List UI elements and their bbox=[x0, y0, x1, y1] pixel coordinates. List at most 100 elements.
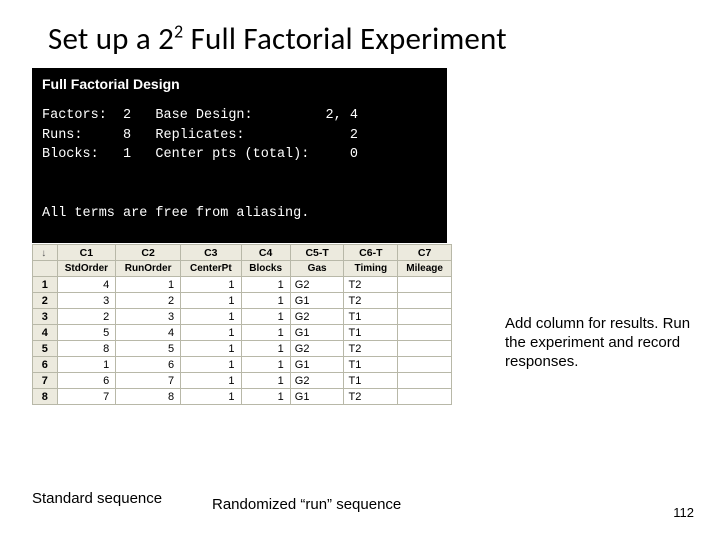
cell-stdorder: 5 bbox=[57, 325, 116, 341]
row-index: 6 bbox=[33, 357, 58, 373]
cell-mileage bbox=[398, 357, 452, 373]
cell-stdorder: 2 bbox=[57, 309, 116, 325]
row-index: 5 bbox=[33, 341, 58, 357]
row-index: 4 bbox=[33, 325, 58, 341]
caption-randomized-sequence: Randomized “run” sequence bbox=[212, 496, 401, 513]
cell-gas: G1 bbox=[290, 293, 344, 309]
cell-blocks: 1 bbox=[241, 309, 290, 325]
table-body: 1 4 1 1 1 G2 T2 2 3 2 1 1 G1 T2 bbox=[33, 277, 452, 405]
cell-mileage bbox=[398, 373, 452, 389]
cell-centerpt: 1 bbox=[181, 309, 241, 325]
col-header: C5-T bbox=[290, 245, 344, 261]
cell-timing: T2 bbox=[344, 389, 398, 405]
col-label: Mileage bbox=[398, 261, 452, 277]
cell-mileage bbox=[398, 341, 452, 357]
cell-timing: T1 bbox=[344, 325, 398, 341]
col-header: C1 bbox=[57, 245, 116, 261]
cell-stdorder: 8 bbox=[57, 341, 116, 357]
col-label: Blocks bbox=[241, 261, 290, 277]
cell-timing: T2 bbox=[344, 277, 398, 293]
cell-runorder: 5 bbox=[116, 341, 181, 357]
cell-runorder: 8 bbox=[116, 389, 181, 405]
cell-blocks: 1 bbox=[241, 341, 290, 357]
cell-centerpt: 1 bbox=[181, 357, 241, 373]
page-number: 112 bbox=[673, 505, 694, 520]
table-header-row-1: ↓ C1 C2 C3 C4 C5-T C6-T C7 bbox=[33, 245, 452, 261]
cell-blocks: 1 bbox=[241, 389, 290, 405]
cell-blocks: 1 bbox=[241, 277, 290, 293]
title-post: Full Factorial Experiment bbox=[183, 20, 506, 58]
caption-standard-sequence: Standard sequence bbox=[32, 490, 162, 507]
cell-gas: G1 bbox=[290, 389, 344, 405]
col-label: RunOrder bbox=[116, 261, 181, 277]
cell-centerpt: 1 bbox=[181, 373, 241, 389]
cell-stdorder: 6 bbox=[57, 373, 116, 389]
cell-centerpt: 1 bbox=[181, 293, 241, 309]
corner-cell: ↓ bbox=[33, 245, 58, 261]
cell-timing: T2 bbox=[344, 341, 398, 357]
dropdown-icon: ↓ bbox=[41, 248, 46, 259]
cell-stdorder: 1 bbox=[57, 357, 116, 373]
table-row: 4 5 4 1 1 G1 T1 bbox=[33, 325, 452, 341]
cell-timing: T1 bbox=[344, 309, 398, 325]
cell-gas: G2 bbox=[290, 341, 344, 357]
terminal-header: Full Factorial Design bbox=[42, 76, 437, 92]
table-row: 8 7 8 1 1 G1 T2 bbox=[33, 389, 452, 405]
cell-blocks: 1 bbox=[241, 373, 290, 389]
cell-centerpt: 1 bbox=[181, 325, 241, 341]
terminal-output: Full Factorial Design Factors: 2 Base De… bbox=[32, 68, 447, 243]
row-index: 2 bbox=[33, 293, 58, 309]
data-table: ↓ C1 C2 C3 C4 C5-T C6-T C7 StdOrder RunO… bbox=[32, 244, 452, 405]
col-header: C6-T bbox=[344, 245, 398, 261]
cell-centerpt: 1 bbox=[181, 389, 241, 405]
cell-mileage bbox=[398, 277, 452, 293]
cell-stdorder: 7 bbox=[57, 389, 116, 405]
table-row: 2 3 2 1 1 G1 T2 bbox=[33, 293, 452, 309]
page-title: Set up a 22 Full Factorial Experiment bbox=[48, 20, 720, 58]
title-exponent: 2 bbox=[174, 21, 183, 43]
slide: Set up a 22 Full Factorial Experiment Fu… bbox=[0, 0, 720, 540]
cell-blocks: 1 bbox=[241, 357, 290, 373]
cell-runorder: 3 bbox=[116, 309, 181, 325]
table-row: 7 6 7 1 1 G2 T1 bbox=[33, 373, 452, 389]
table-header-row-2: StdOrder RunOrder CenterPt Blocks Gas Ti… bbox=[33, 261, 452, 277]
table-row: 6 1 6 1 1 G1 T1 bbox=[33, 357, 452, 373]
cell-stdorder: 4 bbox=[57, 277, 116, 293]
cell-mileage bbox=[398, 389, 452, 405]
row-index: 1 bbox=[33, 277, 58, 293]
col-header: C4 bbox=[241, 245, 290, 261]
cell-gas: G1 bbox=[290, 325, 344, 341]
row-index: 3 bbox=[33, 309, 58, 325]
row-index: 8 bbox=[33, 389, 58, 405]
cell-mileage bbox=[398, 293, 452, 309]
col-header: C3 bbox=[181, 245, 241, 261]
cell-timing: T1 bbox=[344, 373, 398, 389]
cell-runorder: 4 bbox=[116, 325, 181, 341]
data-table-container: ↓ C1 C2 C3 C4 C5-T C6-T C7 StdOrder RunO… bbox=[32, 244, 452, 405]
cell-blocks: 1 bbox=[241, 293, 290, 309]
cell-mileage bbox=[398, 325, 452, 341]
cell-gas: G2 bbox=[290, 373, 344, 389]
cell-mileage bbox=[398, 309, 452, 325]
col-label: Timing bbox=[344, 261, 398, 277]
table-row: 1 4 1 1 1 G2 T2 bbox=[33, 277, 452, 293]
table-row: 5 8 5 1 1 G2 T2 bbox=[33, 341, 452, 357]
col-header: C7 bbox=[398, 245, 452, 261]
cell-gas: G1 bbox=[290, 357, 344, 373]
col-label: Gas bbox=[290, 261, 344, 277]
col-label: CenterPt bbox=[181, 261, 241, 277]
cell-gas: G2 bbox=[290, 309, 344, 325]
cell-runorder: 7 bbox=[116, 373, 181, 389]
cell-centerpt: 1 bbox=[181, 341, 241, 357]
terminal-body: Factors: 2 Base Design: 2, 4 Runs: 8 Rep… bbox=[42, 106, 437, 223]
cell-runorder: 1 bbox=[116, 277, 181, 293]
row-index: 7 bbox=[33, 373, 58, 389]
cell-runorder: 6 bbox=[116, 357, 181, 373]
cell-gas: G2 bbox=[290, 277, 344, 293]
table-row: 3 2 3 1 1 G2 T1 bbox=[33, 309, 452, 325]
cell-centerpt: 1 bbox=[181, 277, 241, 293]
instruction-note: Add column for results. Run the experime… bbox=[505, 315, 705, 371]
cell-timing: T2 bbox=[344, 293, 398, 309]
col-label: StdOrder bbox=[57, 261, 116, 277]
title-pre: Set up a 2 bbox=[48, 20, 174, 58]
